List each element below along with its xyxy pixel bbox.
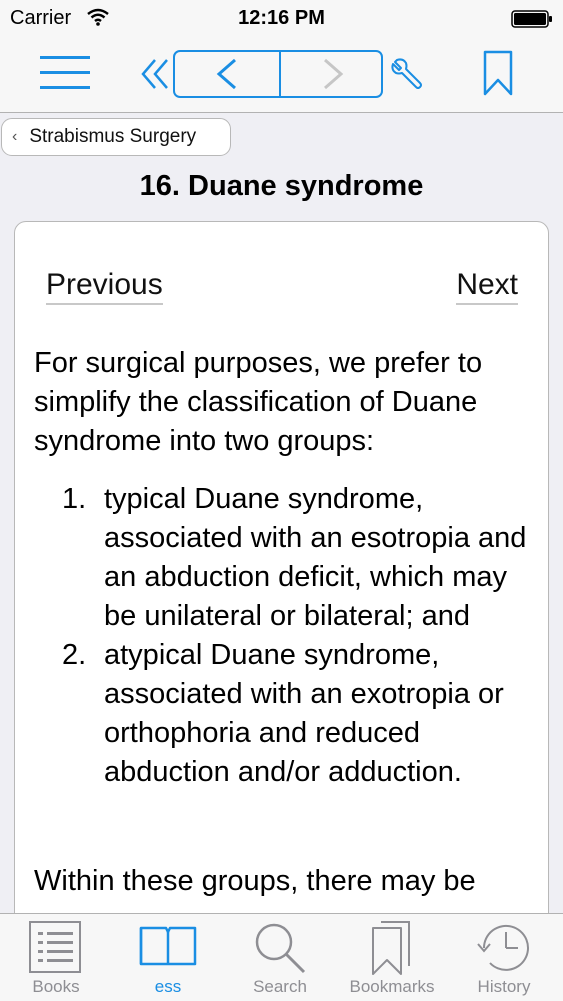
breadcrumb-label: Strabismus Surgery [29, 126, 197, 147]
tab-label: ess [154, 977, 182, 996]
chevron-right-icon [324, 58, 344, 90]
list-item-number: 2. [62, 639, 87, 671]
open-book-icon [138, 920, 198, 975]
breadcrumb-back-button[interactable]: ‹ Strabismus Surgery [1, 118, 231, 156]
previous-page-button[interactable] [175, 52, 281, 96]
hamburger-menu-icon[interactable] [40, 52, 92, 92]
list-item: 1. typical Duane syndrome, associated wi… [62, 480, 532, 636]
double-chevron-left-icon[interactable] [140, 56, 174, 92]
status-bar: Carrier 12:16 PM [0, 0, 563, 38]
list-item-text: typical Duane syndrome, associated with … [104, 483, 527, 632]
wrench-icon[interactable] [387, 56, 427, 96]
next-link[interactable]: Next [456, 268, 518, 305]
intro-paragraph: For surgical purposes, we prefer to simp… [34, 347, 483, 457]
battery-icon [511, 10, 553, 33]
tab-bookmarks[interactable]: Bookmarks [336, 914, 448, 1001]
tab-label: Search [253, 977, 307, 996]
list-item-number: 1. [62, 483, 87, 515]
tab-books[interactable]: Books [0, 914, 112, 1001]
chevron-left-icon: ‹ [12, 128, 18, 145]
bookmark-icon[interactable] [482, 50, 514, 98]
magnifier-icon [252, 920, 308, 981]
tab-label: History [477, 977, 531, 996]
tab-ess[interactable]: ess [112, 914, 224, 1001]
previous-link[interactable]: Previous [46, 268, 163, 305]
tab-label: Books [32, 977, 80, 996]
content-card: Previous Next For surgical purposes, we … [14, 221, 549, 941]
chevron-left-icon [216, 58, 236, 90]
books-list-icon [28, 920, 84, 981]
bookmarks-icon [369, 920, 415, 981]
page-navigation-segment [173, 50, 383, 98]
tab-history[interactable]: History [448, 914, 560, 1001]
list-item: 2. atypical Duane syndrome, associated w… [62, 636, 532, 792]
bottom-tab-bar: Books ess Search Bookmarks History [0, 913, 563, 1001]
tab-label: Bookmarks [349, 977, 435, 996]
list-item-text: atypical Duane syndrome, associated with… [104, 639, 504, 788]
classification-list: 1. typical Duane syndrome, associated wi… [62, 480, 532, 792]
clock-time: 12:16 PM [238, 7, 325, 29]
top-toolbar [0, 38, 563, 113]
tab-search[interactable]: Search [224, 914, 336, 1001]
outro-paragraph: Within these groups, there may be [34, 865, 476, 897]
next-page-button[interactable] [281, 52, 381, 96]
page-title: 16. Duane syndrome [139, 170, 424, 202]
clock-icon [474, 920, 534, 981]
